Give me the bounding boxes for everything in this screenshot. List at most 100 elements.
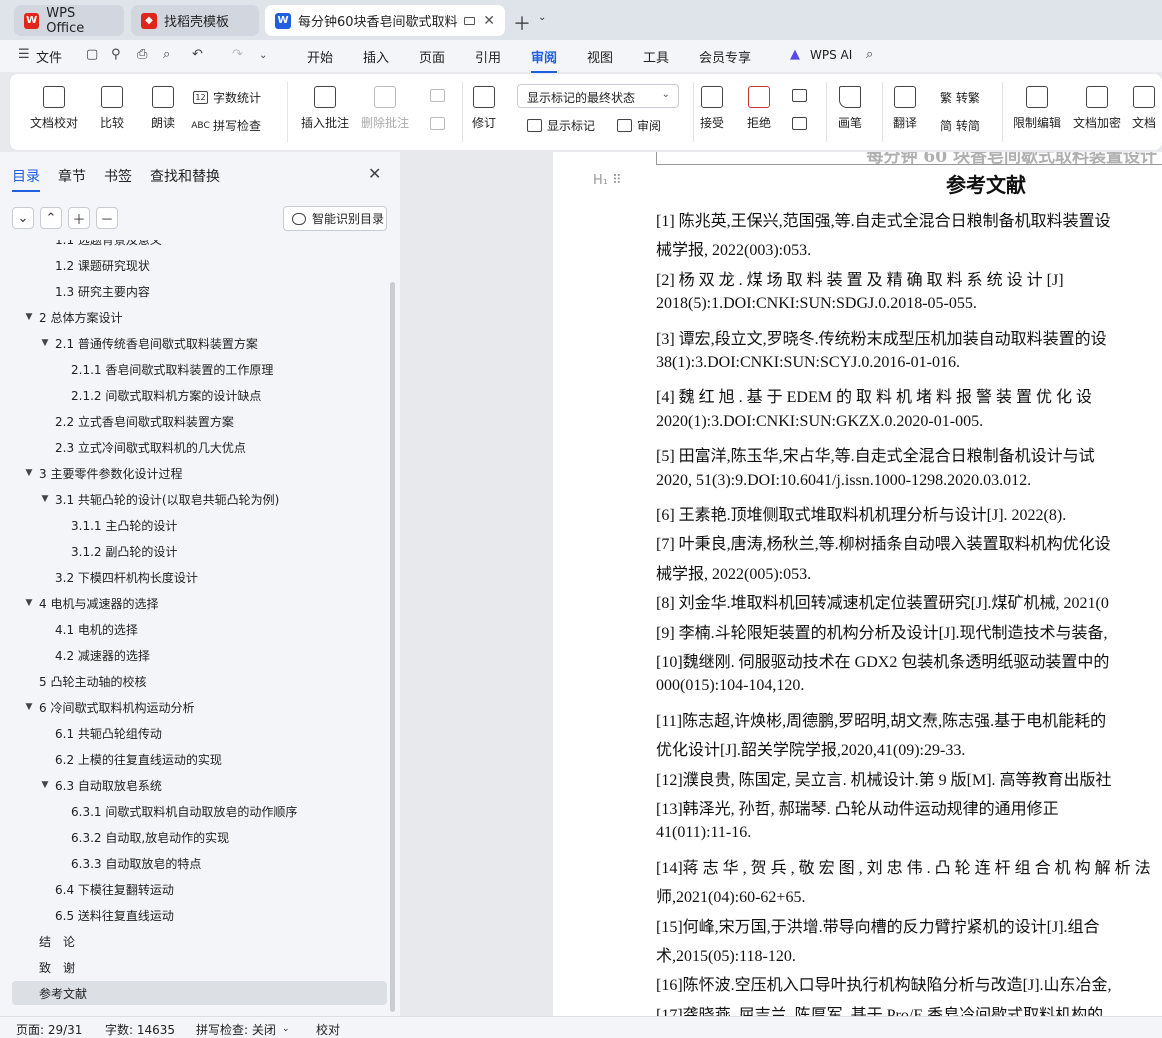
tab-sections[interactable]: 章节 <box>58 166 86 186</box>
toc-item[interactable]: 3.1.1 主凸轮的设计 <box>12 513 387 537</box>
toc-item[interactable]: 2.3 立式冷间歇式取料机的几大优点 <box>12 435 387 459</box>
page-indicator[interactable]: 页面: 29/31 <box>16 1021 82 1038</box>
menu-reference[interactable]: 引用 <box>475 47 501 66</box>
toc-item[interactable]: 6.5 送料往复直线运动 <box>12 903 387 927</box>
toc-item[interactable]: 2.1.1 香皂间歇式取料装置的工作原理 <box>12 357 387 381</box>
menu-wps-ai[interactable]: WPS AI <box>810 48 852 62</box>
insert-comment-button[interactable]: 插入批注 <box>301 86 349 131</box>
expand-arrow-icon[interactable]: ▼ <box>22 312 36 322</box>
menu-review[interactable]: 审阅 <box>531 47 558 73</box>
toc-item[interactable]: 2.1.2 间歇式取料机方案的设计缺点 <box>12 383 387 407</box>
toc-item[interactable]: 1.3 研究主要内容 <box>12 279 387 303</box>
delete-comment-button[interactable]: 删除批注 <box>361 86 409 131</box>
save-icon[interactable]: ▢ <box>86 47 98 62</box>
toc-item[interactable]: 1.2 课题研究现状 <box>12 253 387 277</box>
toc-item[interactable]: 6.2 上模的往复直线运动的实现 <box>12 747 387 771</box>
share-icon[interactable]: ⚲ <box>111 47 121 62</box>
print-icon[interactable]: ⎙ <box>137 47 147 62</box>
tab-wps-office[interactable]: W WPS Office <box>14 5 124 36</box>
new-tab-plus-icon[interactable]: ＋ <box>513 10 531 36</box>
show-markup-button[interactable]: 显示标记 <box>527 117 595 134</box>
toc-item[interactable]: 6.3.3 自动取放皂的特点 <box>12 851 387 875</box>
toc-item[interactable]: 6.3.1 间歇式取料机自动取放皂的动作顺序 <box>12 799 387 823</box>
menu-insert[interactable]: 插入 <box>363 47 389 66</box>
menu-member[interactable]: 会员专享 <box>699 47 751 66</box>
undo-icon[interactable]: ↶ <box>192 47 203 62</box>
toc-item[interactable]: 结 论 <box>12 929 387 953</box>
spell-check-status[interactable]: 拼写检查: 关闭 <box>196 1021 276 1038</box>
tab-bookmarks[interactable]: 书签 <box>104 166 132 186</box>
word-count-status[interactable]: 字数: 14635 <box>105 1021 175 1038</box>
doc-check-button[interactable]: 文档校对 <box>30 86 78 131</box>
menu-view[interactable]: 视图 <box>587 47 613 66</box>
redo-icon[interactable]: ↷ <box>232 47 243 62</box>
heading-drag-handle-icon[interactable]: H₁ ⠿ <box>593 173 622 188</box>
search-icon[interactable]: ⌕ <box>866 47 873 62</box>
expand-arrow-icon[interactable]: ▼ <box>22 468 36 478</box>
menu-page[interactable]: 页面 <box>419 47 445 66</box>
expand-arrow-icon[interactable]: ▼ <box>38 494 52 504</box>
word-count-button[interactable]: 12 字数统计 <box>193 89 261 106</box>
expand-arrow-icon[interactable]: ▼ <box>22 598 36 608</box>
prev-revision-button[interactable] <box>792 89 812 102</box>
toc-item[interactable]: 2.2 立式香皂间歇式取料装置方案 <box>12 409 387 433</box>
toc-item[interactable]: ▼ 6.3 自动取放皂系统 <box>12 773 387 797</box>
toc-item[interactable]: ▼ 3.1 共轭凸轮的设计(以取皂共轭凸轮为例) <box>12 487 387 511</box>
add-heading-button[interactable]: ＋ <box>68 207 90 229</box>
menu-tools[interactable]: 工具 <box>643 47 669 66</box>
toc-item[interactable]: 6.4 下模往复翻转运动 <box>12 877 387 901</box>
next-revision-button[interactable] <box>792 117 812 130</box>
toc-item[interactable]: 致 谢 <box>12 955 387 979</box>
toc-item[interactable]: 参考文献 <box>12 981 387 1005</box>
expand-arrow-icon[interactable]: ▼ <box>38 780 52 790</box>
markup-state-select[interactable]: 显示标记的最终状态 ⌄ <box>517 84 679 108</box>
encrypt-button[interactable]: 文档加密 <box>1073 86 1121 131</box>
proofread-status[interactable]: 校对 <box>316 1021 340 1038</box>
toc-item[interactable]: ▼ 2 总体方案设计 <box>12 305 387 329</box>
menu-start[interactable]: 开始 <box>307 47 333 66</box>
collapse-up-button[interactable]: ⌃ <box>40 207 62 229</box>
toc-item[interactable]: 5 凸轮主动轴的校核 <box>12 669 387 693</box>
expand-arrow-icon[interactable]: ▼ <box>22 702 36 712</box>
next-comment-button[interactable] <box>430 117 450 130</box>
read-aloud-button[interactable]: 朗读 <box>151 86 175 131</box>
toc-item[interactable]: ▼ 3 主要零件参数化设计过程 <box>12 461 387 485</box>
toc-item[interactable]: ▼ 6 冷间歇式取料机构运动分析 <box>12 695 387 719</box>
translate-button[interactable]: 翻译 <box>893 86 917 131</box>
chevron-down-icon[interactable]: ⌄ <box>259 50 267 61</box>
toc-item[interactable]: 6.3.2 自动取,放皂动作的实现 <box>12 825 387 849</box>
toc-item[interactable]: 6.1 共轭凸轮组传动 <box>12 721 387 745</box>
review-pane-button[interactable]: 审阅 <box>617 117 661 134</box>
accept-button[interactable]: 接受 <box>700 86 724 131</box>
close-icon[interactable]: ✕ <box>368 164 381 183</box>
toc-item[interactable]: 3.2 下模四杆机构长度设计 <box>12 565 387 589</box>
toc-item[interactable]: 3.1.2 副凸轮的设计 <box>12 539 387 563</box>
toc-item[interactable]: ▼ 2.1 普通传统香皂间歇式取料装置方案 <box>12 331 387 355</box>
expand-arrow-icon[interactable]: ▼ <box>38 338 52 348</box>
to-traditional-button[interactable]: 繁 转繁 <box>940 89 980 106</box>
pen-button[interactable]: 画笔 <box>838 86 862 131</box>
toc-scrollbar[interactable] <box>390 282 395 1012</box>
tab-toc[interactable]: 目录 <box>12 166 40 192</box>
print-preview-icon[interactable]: ⌕ <box>163 47 170 62</box>
chevron-down-icon[interactable]: ⌄ <box>538 12 546 23</box>
compare-button[interactable]: 比较 <box>100 86 124 131</box>
reject-button[interactable]: 拒绝 <box>747 86 771 131</box>
expand-down-button[interactable]: ⌄ <box>12 207 34 229</box>
toc-item[interactable]: 1.1 选题背景及意义 <box>12 240 387 251</box>
hamburger-icon[interactable]: ☰ <box>18 47 30 62</box>
smart-toc-button[interactable]: 智能识别目录 <box>283 206 387 231</box>
doc-permission-button[interactable]: 文档 <box>1132 86 1156 131</box>
toc-item[interactable]: 4.2 减速器的选择 <box>12 643 387 667</box>
remove-heading-button[interactable]: － <box>96 207 118 229</box>
document-page[interactable]: 每分钟 60 块香皂间歇式取料装置设计 H₁ ⠿ 参考文献 [1] 陈兆英,王保… <box>553 152 1162 1016</box>
restrict-edit-button[interactable]: 限制编辑 <box>1013 86 1061 131</box>
menu-file[interactable]: 文件 <box>36 47 62 66</box>
to-simplified-button[interactable]: 简 转简 <box>940 117 980 134</box>
tab-templates[interactable]: ◆ 找稻壳模板 <box>131 5 259 36</box>
tab-find-replace[interactable]: 查找和替换 <box>150 166 220 186</box>
revise-button[interactable]: 修订 <box>472 86 496 131</box>
chevron-down-icon[interactable]: ⌄ <box>282 1024 290 1034</box>
tab-document[interactable]: W 每分钟60块香皂间歇式取料装 ✕ <box>265 5 505 36</box>
prev-comment-button[interactable] <box>430 89 450 102</box>
